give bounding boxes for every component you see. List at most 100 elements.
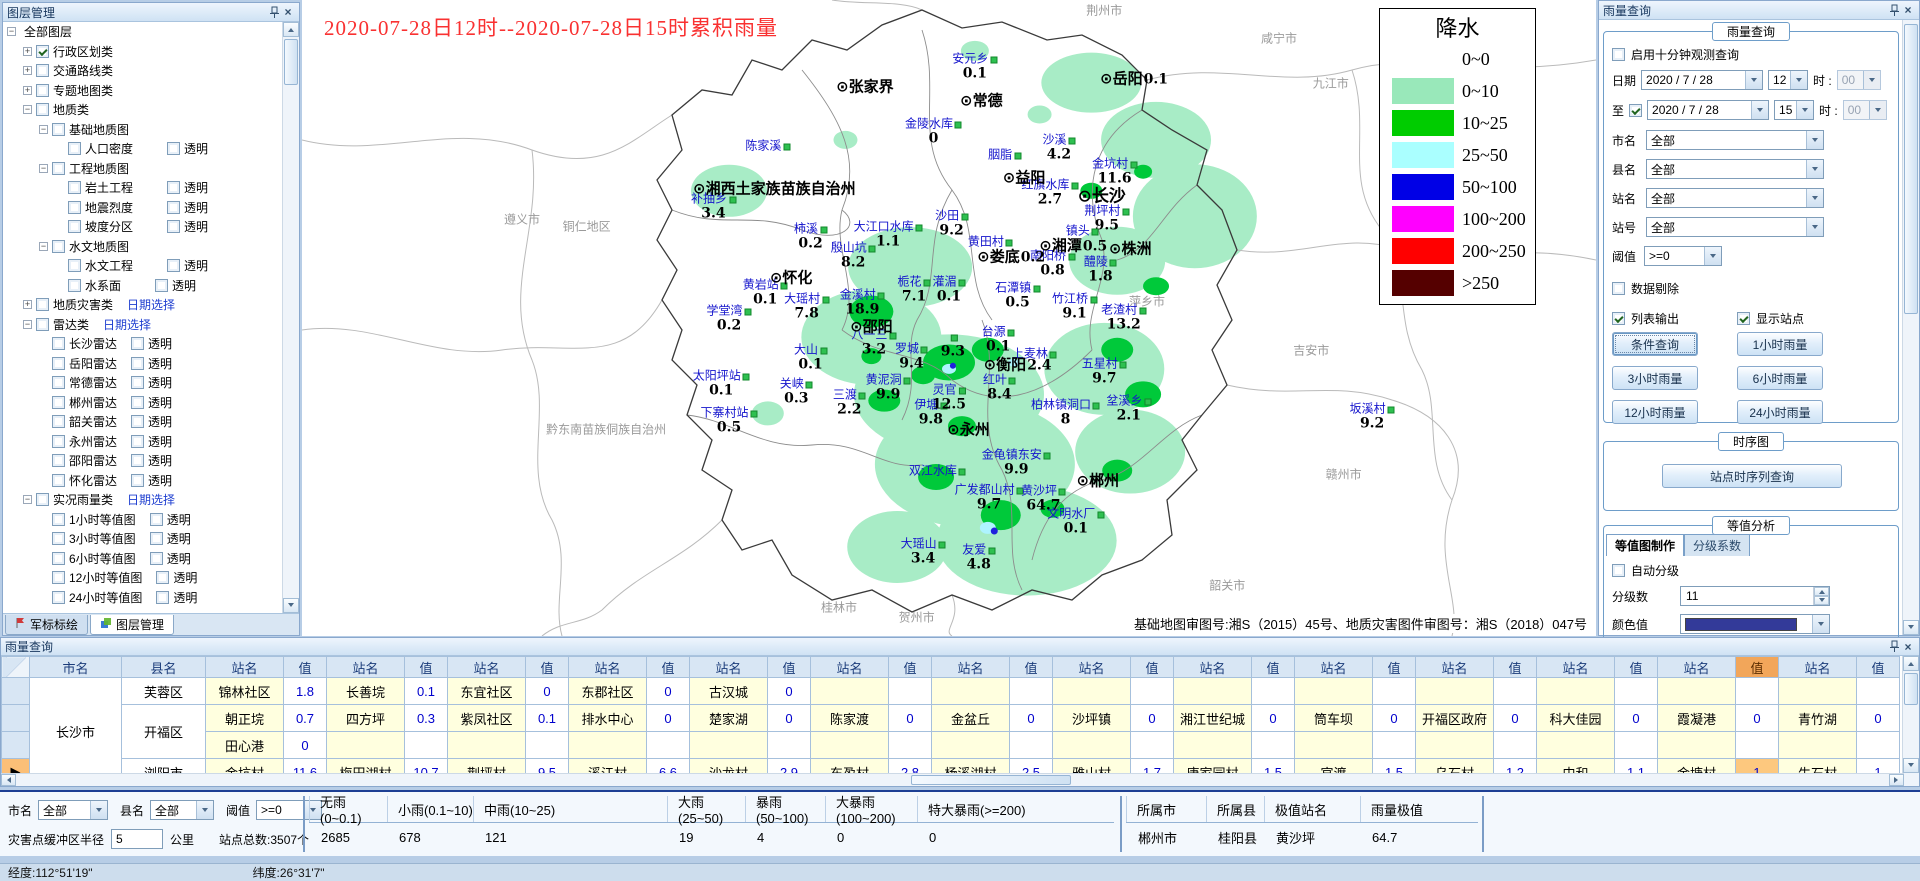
grid-row-selector[interactable] — [2, 678, 30, 705]
button-1小时雨量[interactable]: 1小时雨量 — [1737, 332, 1823, 356]
panel-tab-military-plot[interactable]: 军标标绘 — [5, 615, 88, 635]
grid-cell-value[interactable] — [1857, 678, 1900, 705]
grid-cell-station[interactable] — [1053, 732, 1131, 759]
auto-class-checkbox[interactable] — [1612, 564, 1625, 577]
grid-cell-station[interactable] — [1658, 732, 1736, 759]
tree-item[interactable]: 岩土工程透明 — [3, 178, 299, 198]
collapse-icon[interactable]: − — [39, 242, 48, 251]
grid-cell-station[interactable]: 杨溪湖村 — [932, 759, 1010, 774]
grid-cell-station[interactable]: 科大佳园 — [1537, 705, 1615, 732]
grid-cell-value[interactable]: 1.7 — [1131, 759, 1174, 774]
layer-checkbox[interactable] — [68, 279, 81, 292]
grid-header-station[interactable]: 站名 — [206, 657, 284, 678]
grid-cell-station[interactable]: 东宜社区 — [448, 678, 526, 705]
grid-cell-station[interactable]: 荆坪村 — [448, 759, 526, 774]
grid-cell-value[interactable]: 0 — [1010, 705, 1053, 732]
hour-to-combo[interactable]: 15 — [1774, 100, 1814, 120]
grid-cell-station[interactable] — [1658, 678, 1736, 705]
grid-cell-station[interactable]: 筒车坝 — [1295, 705, 1373, 732]
expand-icon[interactable]: + — [23, 86, 32, 95]
grid-header-station[interactable]: 站名 — [1537, 657, 1615, 678]
grid-cell-value[interactable] — [647, 732, 690, 759]
grid-cell-value[interactable]: 6.6 — [647, 759, 690, 774]
tree-item[interactable]: 岳阳雷达透明 — [3, 354, 299, 374]
grid-header-station[interactable]: 站名 — [690, 657, 768, 678]
layer-checkbox[interactable] — [52, 435, 65, 448]
grid-cell-value[interactable]: 0 — [647, 678, 690, 705]
grid-cell-value[interactable]: 0 — [1615, 705, 1658, 732]
transparent-checkbox[interactable] — [131, 376, 144, 389]
layer-checkbox[interactable] — [52, 376, 65, 389]
combo-县名[interactable]: 全部 — [1646, 159, 1824, 179]
grid-cell-value[interactable]: 0 — [1373, 705, 1416, 732]
grid-cell-value[interactable] — [1615, 678, 1658, 705]
grid-cell-station[interactable]: 沙坪镇 — [1053, 705, 1131, 732]
ten-min-checkbox-row[interactable]: 启用十分钟观测查询 — [1612, 46, 1739, 63]
tree-item[interactable]: 韶关雷达透明 — [3, 412, 299, 432]
layer-checkbox[interactable] — [36, 298, 49, 311]
grid-cell-county[interactable]: 浏阳市 — [122, 759, 206, 774]
grid-cell-station[interactable]: 霞凝港 — [1658, 705, 1736, 732]
grid-cell-station[interactable]: 古汉城 — [690, 678, 768, 705]
grid-cell-station[interactable]: 陈家渡 — [811, 705, 889, 732]
grid-cell-value[interactable] — [405, 732, 448, 759]
grid-cell-value[interactable]: 0.1 — [526, 705, 569, 732]
transparent-checkbox[interactable] — [167, 181, 180, 194]
grid-cell-value[interactable] — [1857, 732, 1900, 759]
grid-cell-value[interactable]: 0.3 — [405, 705, 448, 732]
grid-cell-station[interactable]: 开福区政府 — [1416, 705, 1494, 732]
tree-item[interactable]: +行政区划类 — [3, 42, 299, 62]
tree-item[interactable]: 坡度分区透明 — [3, 217, 299, 237]
combo-市名[interactable]: 全部 — [1646, 130, 1824, 150]
grid-header-station[interactable]: 站名 — [327, 657, 405, 678]
grid-cell-station[interactable] — [932, 732, 1010, 759]
grid-header-value[interactable]: 值 — [647, 657, 690, 678]
grid-cell-station[interactable]: 长善垸 — [327, 678, 405, 705]
grid-cell-station[interactable]: 楚家湖 — [690, 705, 768, 732]
tree-item[interactable]: 6小时等值图透明 — [3, 549, 299, 569]
grid-row-selector[interactable] — [2, 705, 30, 732]
collapse-icon[interactable]: − — [23, 495, 32, 504]
layer-checkbox[interactable] — [52, 454, 65, 467]
grid-header-value[interactable]: 值 — [1131, 657, 1174, 678]
map-canvas[interactable]: 遵义市铜仁地区黔东南苗族侗族自治州桂林市贺州市荆州市咸宁市九江市景德镇市鹰潭市萍… — [302, 0, 1596, 636]
grid-cell-value[interactable]: 0.1 — [405, 678, 448, 705]
grid-cell-value[interactable]: 1.1 — [1615, 759, 1658, 774]
layer-checkbox[interactable] — [36, 64, 49, 77]
layer-checkbox[interactable] — [68, 259, 81, 272]
layer-checkbox[interactable] — [52, 532, 65, 545]
layer-checkbox[interactable] — [68, 220, 81, 233]
transparent-checkbox[interactable] — [131, 474, 144, 487]
tree-item[interactable]: +交通路线类 — [3, 61, 299, 81]
tree-item[interactable]: −全部图层 — [3, 22, 299, 42]
layer-checkbox[interactable] — [52, 513, 65, 526]
grid-cell-station[interactable] — [811, 732, 889, 759]
grid-cell-value[interactable]: 9.5 — [526, 759, 569, 774]
tree-item[interactable]: +专题地图类 — [3, 81, 299, 101]
tree-item[interactable]: −地质类 — [3, 100, 299, 120]
grid-cell-station[interactable]: 朝正垸 — [206, 705, 284, 732]
list-output-checkbox[interactable] — [1612, 312, 1625, 325]
pin-icon[interactable] — [1887, 640, 1901, 654]
grid-cell-station[interactable]: 雅山村 — [1053, 759, 1131, 774]
grid-cell-value[interactable]: 0 — [768, 678, 811, 705]
tree-item[interactable]: −工程地质图 — [3, 159, 299, 179]
tree-item[interactable]: 24小时等值图透明 — [3, 588, 299, 608]
grid-cell-station[interactable] — [569, 732, 647, 759]
grid-cell-value[interactable]: 1.5 — [1252, 759, 1295, 774]
grid-cell-station[interactable]: 东郡社区 — [569, 678, 647, 705]
layer-checkbox[interactable] — [68, 142, 81, 155]
grid-cell-value[interactable] — [889, 678, 932, 705]
grid-header-station[interactable]: 站名 — [811, 657, 889, 678]
close-icon[interactable]: × — [281, 5, 295, 19]
grid-cell-station[interactable]: 田心港 — [206, 732, 284, 759]
button-12小时雨量[interactable]: 12小时雨量 — [1612, 400, 1698, 424]
grid-cell-station[interactable]: 官渡 — [1295, 759, 1373, 774]
grid-cell-station[interactable]: 梅田湖村 — [327, 759, 405, 774]
list-output-row[interactable]: 列表输出 — [1612, 310, 1679, 327]
grid-cell-value[interactable]: 0 — [1131, 705, 1174, 732]
tree-item[interactable]: 水文工程透明 — [3, 256, 299, 276]
grid-cell-value[interactable] — [768, 732, 811, 759]
panel-tab-layer-manager[interactable]: 图层管理 — [90, 615, 174, 635]
layer-checkbox[interactable] — [52, 571, 65, 584]
